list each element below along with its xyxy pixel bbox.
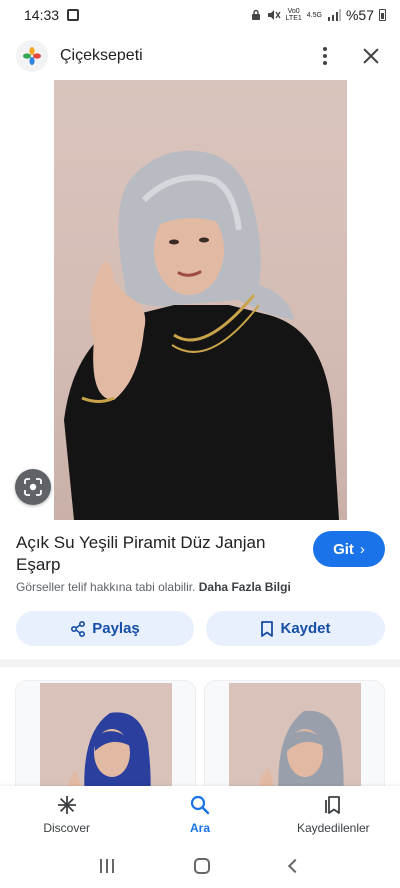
nav-search[interactable]: Ara (133, 786, 266, 844)
nav-saved[interactable]: Kaydedilenler (267, 786, 400, 844)
nav-discover-label: Discover (43, 821, 90, 835)
mute-icon (267, 10, 281, 20)
search-icon (190, 795, 210, 815)
network-label: Vo0 LTE1 (286, 8, 302, 22)
site-logo-icon[interactable] (16, 40, 48, 72)
save-label: Kaydet (280, 620, 331, 637)
network-speed: 4.5G (306, 11, 322, 19)
nav-search-label: Ara (189, 821, 210, 835)
bookmarks-icon (325, 796, 341, 814)
share-button[interactable]: Paylaş (16, 611, 194, 646)
notification-icon (67, 9, 80, 21)
go-button[interactable]: Git › (313, 531, 385, 567)
go-button-label: Git (333, 540, 354, 558)
lock-icon (251, 9, 260, 20)
related-result-image (40, 683, 172, 799)
lens-icon (24, 478, 42, 496)
nav-saved-label: Kaydedilenler (296, 821, 370, 835)
bookmark-icon (261, 620, 274, 637)
product-title[interactable]: Açık Su Yeşili Piramit Düz Janjan Eşarp (16, 532, 301, 576)
product-image[interactable] (54, 80, 347, 520)
site-header: Çiçeksepeti (0, 36, 400, 76)
recent-apps-icon[interactable] (100, 859, 114, 873)
close-icon[interactable] (362, 47, 380, 65)
battery-percent: %57 (345, 7, 374, 23)
copyright-text: Görseller telif hakkına tabi olabilir. (16, 580, 196, 594)
network-top-label: Vo0 (287, 8, 300, 15)
bottom-navigation: Discover Ara Kaydedilenler (0, 786, 400, 844)
chevron-right-icon: › (359, 540, 365, 558)
save-button[interactable]: Kaydet (206, 611, 385, 646)
more-options-icon[interactable] (316, 47, 334, 65)
status-time: 14:33 (24, 7, 60, 23)
signal-icon (327, 9, 341, 21)
share-label: Paylaş (92, 620, 140, 637)
google-lens-button[interactable] (15, 469, 51, 505)
network-bottom-label: LTE1 (285, 15, 302, 22)
site-name[interactable]: Çiçeksepeti (60, 47, 143, 65)
back-icon[interactable] (287, 858, 303, 874)
more-info-link[interactable]: Daha Fazla Bilgi (199, 580, 291, 594)
status-indicators: Vo0 LTE1 4.5G %57 (250, 7, 386, 23)
battery-icon (379, 9, 386, 21)
section-divider (0, 659, 400, 667)
related-result-image (229, 683, 361, 799)
share-icon (71, 620, 86, 637)
nav-discover[interactable]: Discover (0, 786, 133, 844)
asterisk-icon (57, 796, 76, 814)
related-result-card[interactable] (15, 680, 196, 800)
status-bar: 14:33 Vo0 LTE1 4.5G %57 (0, 0, 400, 30)
system-navigation-bar (0, 844, 400, 888)
home-icon[interactable] (194, 858, 210, 874)
related-result-card[interactable] (204, 680, 385, 800)
copyright-notice: Görseller telif hakkına tabi olabilir. D… (16, 580, 386, 594)
